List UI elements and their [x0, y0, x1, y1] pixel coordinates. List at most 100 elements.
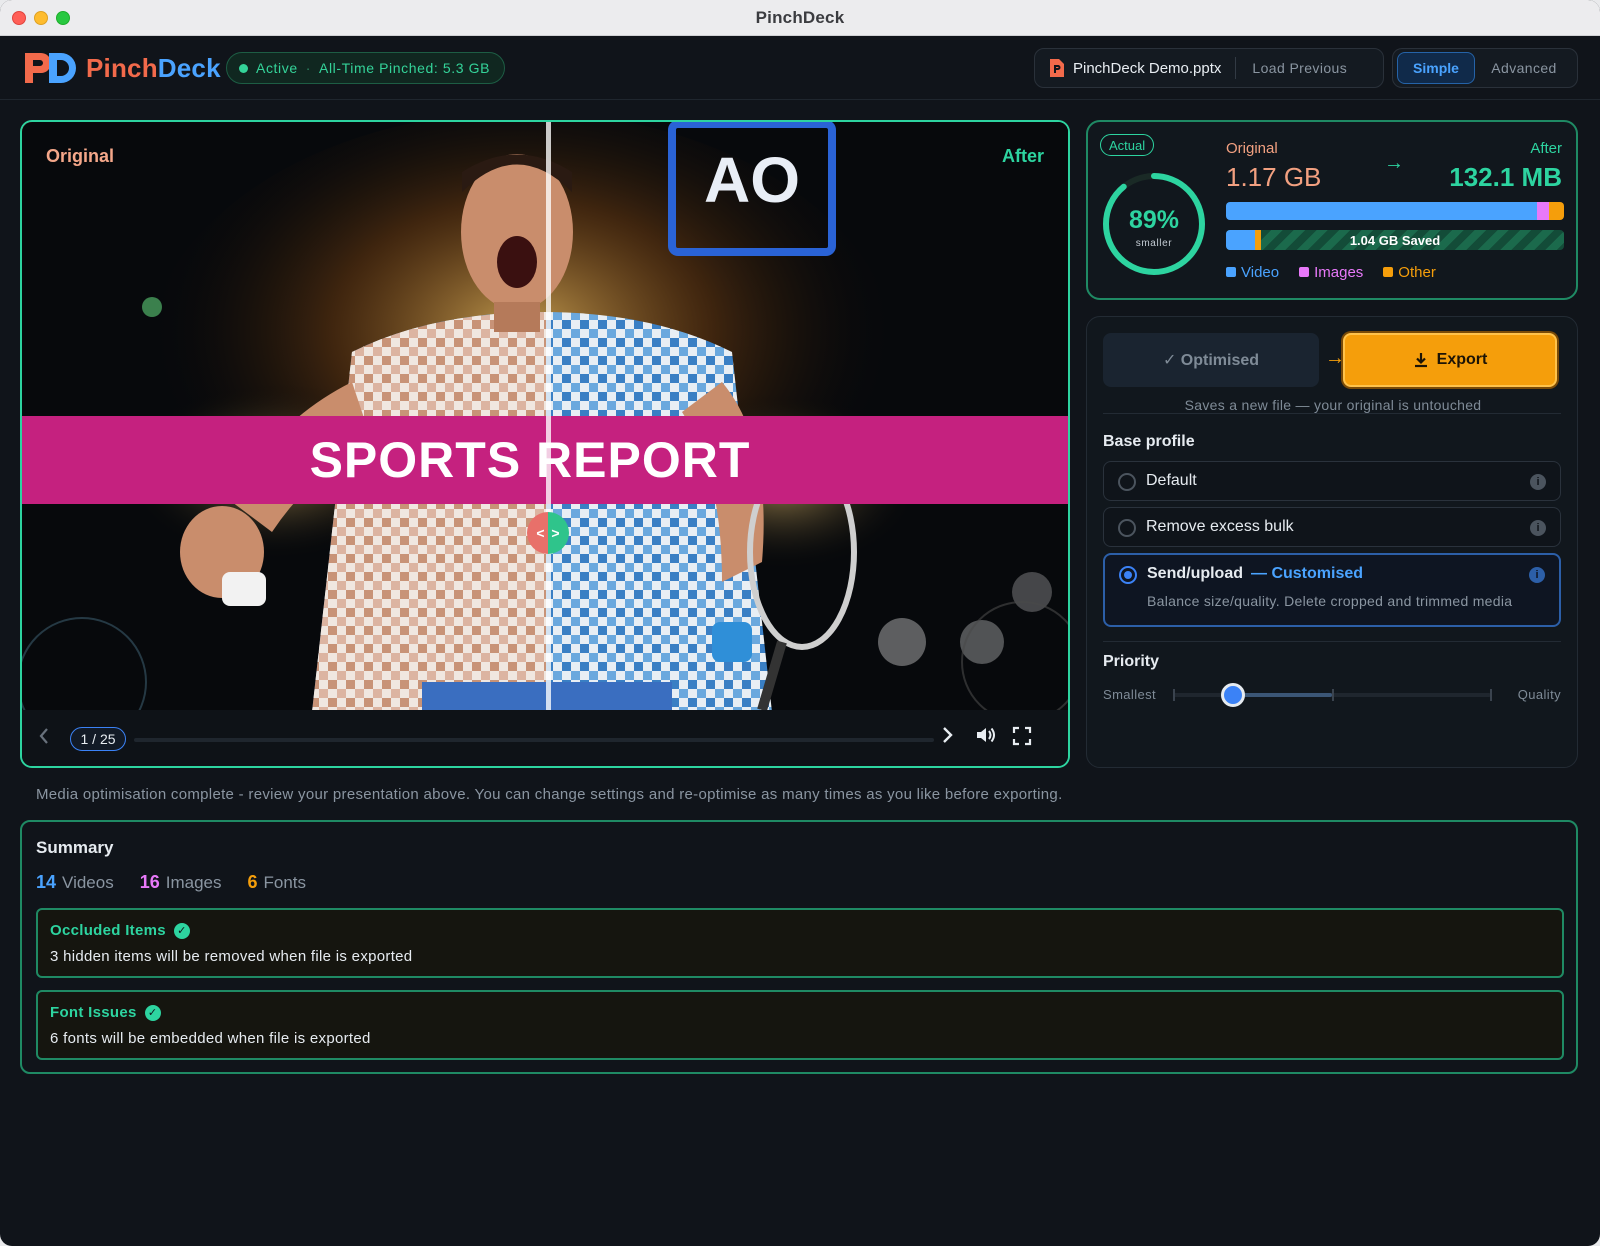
profile-send-upload-label: Send/upload — Customised [1147, 565, 1363, 583]
issue-occluded-items[interactable]: Occluded Items ✓ 3 hidden items will be r… [36, 908, 1564, 978]
original-label: Original [46, 146, 115, 166]
issue-title-text: Occluded Items [50, 922, 166, 939]
profile-remove-excess-bulk[interactable]: Remove excess bulk i [1103, 507, 1561, 547]
issue-description: 3 hidden items will be removed when file… [50, 948, 413, 965]
actual-badge: Actual [1100, 134, 1155, 156]
slide-image: AO SPORTS REPORT < > Original After [22, 122, 1068, 710]
fullscreen-icon[interactable] [1012, 726, 1032, 746]
info-icon[interactable]: i [1530, 520, 1546, 536]
chevron-right-icon [943, 727, 953, 743]
mode-toggle: Simple Advanced [1392, 48, 1578, 88]
legend-other: Other [1383, 264, 1436, 281]
profile-send-upload-name: Send/upload [1147, 565, 1243, 582]
status-dot-icon [239, 63, 248, 73]
radio-remove-excess-bulk[interactable] [1118, 519, 1136, 537]
open-file-button[interactable]: PinchDeck Demo.pptx [1035, 49, 1235, 87]
traffic-lights [12, 11, 70, 25]
all-time-pinched: All-Time Pinched: 5.3 GB [319, 60, 491, 76]
legend-images-label: Images [1314, 264, 1364, 281]
original-video-segment [1226, 202, 1537, 220]
compare-split-handle[interactable]: < > [527, 512, 569, 554]
original-other-segment [1548, 202, 1564, 220]
profile-remove-excess-bulk-label: Remove excess bulk [1146, 518, 1294, 535]
arrow-right-icon: → [1384, 152, 1404, 174]
summary-panel: Summary 14 Videos 16 Images 6 Fonts Occlude… [20, 820, 1578, 1074]
optimised-button[interactable]: ✓ Optimised [1103, 333, 1319, 387]
status-state: Active [256, 60, 298, 76]
mode-advanced-button[interactable]: Advanced [1475, 60, 1573, 76]
fonts-count-value: 6 [247, 872, 258, 892]
check-circle-icon: ✓ [173, 922, 190, 939]
volume-icon[interactable] [974, 724, 996, 746]
videos-count: 14 Videos [36, 872, 114, 893]
videos-count-label: Videos [62, 873, 114, 892]
file-controls: PinchDeck Demo.pptx Load Previous [1034, 48, 1384, 88]
app-window: PinchDeck PinchDeck Active · All-Time Pi… [0, 0, 1600, 1246]
images-count: 16 Images [140, 872, 222, 893]
settings-card: ✓ Optimised → Export Saves a new file — … [1086, 316, 1578, 768]
images-count-label: Images [165, 873, 222, 892]
slide-scrubber[interactable] [134, 738, 934, 742]
slide-preview[interactable]: AO SPORTS REPORT < > Original After 1 / … [20, 120, 1070, 768]
video-swatch [1226, 267, 1236, 277]
radio-default[interactable] [1118, 473, 1136, 491]
ao-logo-text: AO [704, 144, 800, 216]
slide-banner: SPORTS REPORT [22, 416, 1068, 504]
mode-simple-button[interactable]: Simple [1397, 52, 1475, 84]
info-icon[interactable]: i [1529, 567, 1545, 583]
size-legend: Video Images Other [1226, 264, 1436, 281]
divider [1103, 413, 1561, 414]
chevron-right-icon: > [551, 525, 560, 541]
brand-name: PinchDeck [86, 53, 221, 84]
export-note: Saves a new file — your original is unto… [1184, 397, 1482, 413]
profile-default-label: Default [1146, 472, 1197, 489]
reduction-percent: 89% [1128, 206, 1180, 234]
after-label: After [1001, 146, 1044, 166]
file-name: PinchDeck Demo.pptx [1073, 59, 1222, 77]
profile-send-upload[interactable]: Send/upload — Customised Balance size/qua… [1103, 553, 1561, 627]
original-size-value: 1.17 GB [1226, 162, 1322, 192]
chevron-left-icon: < [536, 525, 545, 541]
next-slide-button[interactable] [940, 724, 954, 752]
reduction-sub: smaller [1135, 238, 1173, 249]
radio-send-upload[interactable] [1119, 566, 1137, 584]
arrow-right-icon: → [1325, 347, 1345, 369]
legend-video-label: Video [1241, 264, 1280, 281]
issue-title: Occluded Items ✓ [50, 922, 190, 939]
images-count-value: 16 [139, 872, 160, 892]
slider-tick [1332, 689, 1334, 701]
priority-slider-thumb[interactable] [1221, 683, 1246, 707]
page-indicator: 1 / 25 [70, 727, 126, 751]
pinchdeck-logo-icon [25, 53, 76, 83]
title-bar: PinchDeck [0, 0, 1600, 36]
status-message: Media optimisation complete - review you… [36, 786, 1063, 803]
summary-title: Summary [36, 838, 114, 857]
previous-slide-button[interactable] [38, 726, 50, 752]
legend-video: Video [1226, 264, 1279, 281]
priority-slider-fill [1233, 693, 1332, 697]
after-size-label: After [1530, 140, 1562, 157]
compare-split-line[interactable] [546, 122, 551, 710]
slider-tick [1490, 689, 1492, 701]
info-icon[interactable]: i [1530, 474, 1546, 490]
profile-default[interactable]: Default i [1103, 461, 1561, 501]
brand-first: Pinch [86, 52, 158, 83]
export-button[interactable]: Export [1343, 333, 1557, 387]
fonts-count: 6 Fonts [248, 872, 307, 893]
issue-description: 6 fonts will be embedded when file is ex… [50, 1030, 371, 1047]
legend-images: Images [1299, 264, 1363, 281]
original-images-segment [1536, 202, 1549, 220]
issue-font-issues[interactable]: Font Issues ✓ 6 fonts will be embedded wh… [36, 990, 1564, 1060]
minimize-window-button[interactable] [34, 11, 48, 25]
after-size-bar: 1.04 GB Saved [1226, 230, 1564, 250]
slide-controls: 1 / 25 [22, 710, 1068, 766]
export-label: Export [1436, 351, 1488, 368]
close-window-button[interactable] [12, 11, 26, 25]
load-previous-button[interactable]: Load Previous [1236, 60, 1363, 76]
customised-tag: — Customised [1251, 565, 1364, 582]
priority-max-label: Quality [1517, 687, 1561, 702]
images-swatch [1299, 267, 1310, 277]
maximize-window-button[interactable] [56, 11, 70, 25]
profile-send-upload-description: Balance size/quality. Delete cropped and… [1147, 593, 1513, 609]
divider [1103, 641, 1561, 642]
